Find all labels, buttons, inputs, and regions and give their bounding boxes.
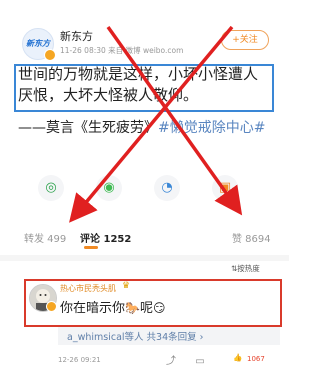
save-icon: ▣: [218, 180, 232, 195]
like-count: 1067: [247, 355, 265, 363]
wechat-icon: ◎: [45, 180, 57, 195]
qq-icon: ◔: [161, 180, 173, 195]
replies-label: a_whimsical等人 共34条回复 ›: [67, 332, 204, 343]
follow-button[interactable]: +关注: [221, 30, 269, 50]
author-name[interactable]: 新东方: [60, 28, 93, 44]
comment-text: 你在暗示你🐎呢😏: [60, 297, 166, 316]
tab-like[interactable]: 赞 8694: [232, 230, 271, 245]
comment-actions: ⤴ ▭: [166, 352, 205, 367]
verified-badge-icon: [44, 49, 56, 61]
post-quote: ——莫言《生死疲劳》#懒觉戒除中心#: [18, 119, 274, 138]
sort-by-hot-button[interactable]: ⇅按热度: [231, 263, 260, 274]
wechat-share-button[interactable]: ◎: [38, 175, 64, 201]
like-icon[interactable]: 👍: [233, 353, 242, 362]
repost-icon[interactable]: ⤴: [166, 356, 176, 367]
comment-text-end: 呢: [139, 301, 153, 316]
tab-comment[interactable]: 评论 1252: [80, 230, 131, 245]
active-tab-indicator: [84, 246, 98, 249]
post-text: 世间的万物就是这样，小坏小怪遭人厌恨，大坏大怪被人敬仰。: [18, 65, 259, 104]
tab-repost[interactable]: 转发 499: [24, 230, 66, 245]
comment-icon[interactable]: ▭: [195, 356, 204, 367]
smirk-emoji-icon: 😏: [152, 301, 166, 315]
commenter-name[interactable]: 热心市民秃头肌: [60, 283, 116, 294]
comment-text-start: 你在暗示你: [60, 301, 126, 316]
qq-share-button[interactable]: ◔: [154, 175, 180, 201]
save-share-button[interactable]: ▣: [212, 175, 238, 201]
hashtag-link[interactable]: #懒觉戒除中心#: [158, 120, 265, 136]
commenter-badge-icon: [46, 301, 57, 312]
horse-emoji-icon: 🐎: [125, 301, 140, 315]
replies-preview[interactable]: a_whimsical等人 共34条回复 ›: [58, 327, 280, 345]
moments-share-button[interactable]: ◉: [96, 175, 122, 201]
quote-source: ——莫言《生死疲劳》: [18, 120, 158, 136]
section-divider: [0, 255, 289, 261]
post-meta: 11-26 08:30 来自 微博 weibo.com: [60, 46, 184, 55]
crown-icon: ♛: [122, 281, 131, 291]
moments-icon: ◉: [103, 180, 115, 195]
comment-time: 12-26 09:21: [58, 356, 101, 364]
